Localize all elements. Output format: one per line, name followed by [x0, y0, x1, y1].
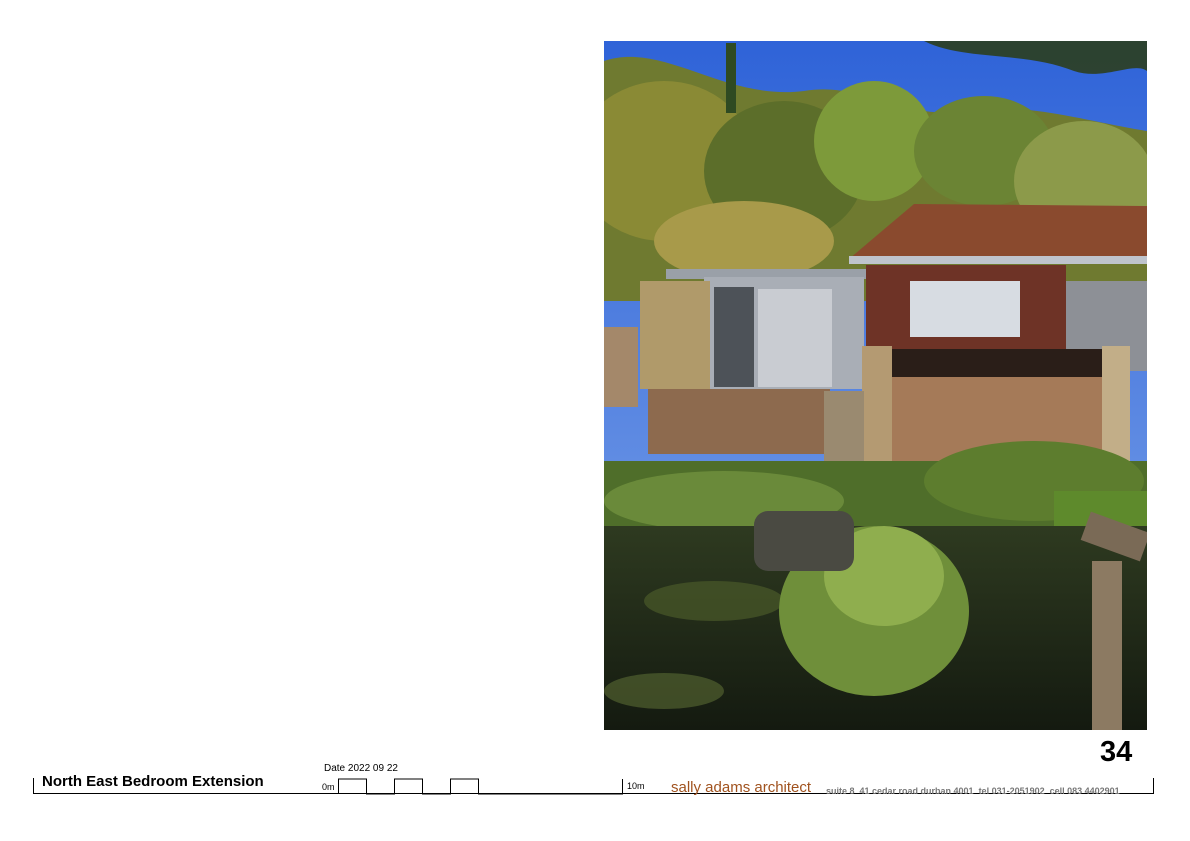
scale-start-label: 0m [322, 782, 335, 792]
scale-end-label: 10m [627, 781, 645, 791]
title-block-right-tick [1153, 778, 1154, 794]
scale-bar [338, 778, 623, 795]
site-photo-render [604, 41, 1147, 730]
title-block-left-tick [33, 778, 34, 794]
drawing-title: North East Bedroom Extension [42, 773, 264, 790]
page-number: 34 [1100, 736, 1133, 768]
architect-contact: suite 8 41 cedar road durban 4001 tel 03… [826, 786, 1120, 796]
architect-name: sally adams architect [671, 779, 812, 796]
drawing-date: Date 2022 09 22 [324, 763, 398, 774]
